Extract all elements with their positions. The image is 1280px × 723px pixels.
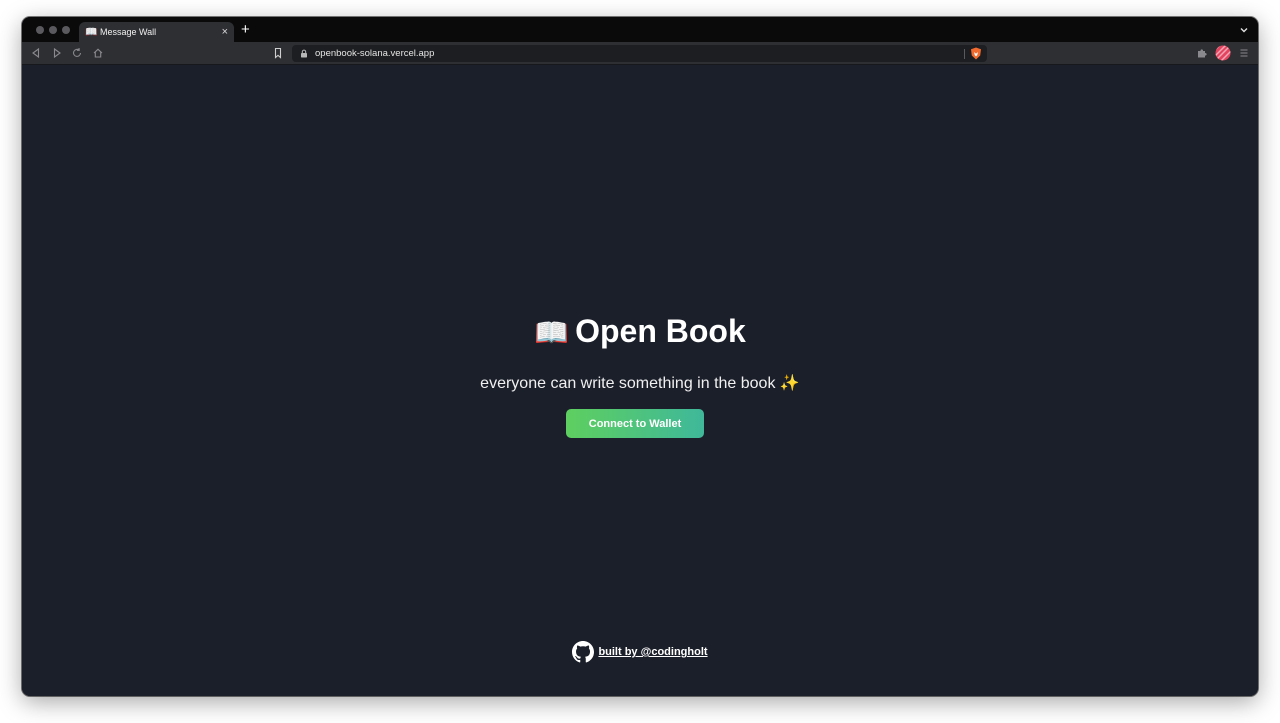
tab-title: Message Wall: [100, 27, 157, 37]
page-title: 📖 Open Book: [22, 313, 1258, 350]
reload-icon[interactable]: [71, 47, 83, 59]
open-book-icon: 📖: [534, 317, 570, 348]
home-icon[interactable]: [92, 47, 104, 59]
page-title-text: Open Book: [575, 313, 746, 349]
page-subtitle: everyone can write something in the book…: [480, 375, 800, 392]
close-window-button[interactable]: [36, 26, 44, 34]
new-tab-button[interactable]: +: [241, 22, 250, 37]
footer: built by @codingholt: [22, 641, 1258, 663]
tab-bar: 📖 Message Wall × +: [22, 17, 1258, 42]
bookmark-icon[interactable]: [272, 47, 284, 59]
zoom-window-button[interactable]: [62, 26, 70, 34]
profile-avatar[interactable]: [1215, 45, 1231, 61]
author-link[interactable]: built by @codingholt: [598, 646, 707, 658]
connect-wallet-button[interactable]: Connect to Wallet: [566, 409, 704, 438]
close-tab-icon[interactable]: ×: [222, 26, 228, 38]
book-icon: 📖: [85, 26, 98, 38]
github-icon[interactable]: [572, 641, 595, 663]
chevron-down-icon[interactable]: [1239, 25, 1249, 35]
browser-toolbar: openbook-solana.vercel.app: [22, 42, 1258, 65]
page-content: 📖 Open Book everyone can write something …: [22, 65, 1258, 696]
minimize-window-button[interactable]: [49, 26, 57, 34]
extensions-icon[interactable]: [1196, 47, 1208, 59]
address-bar[interactable]: openbook-solana.vercel.app: [292, 45, 987, 62]
url-text: openbook-solana.vercel.app: [315, 48, 435, 59]
menu-icon[interactable]: [1238, 47, 1250, 59]
brave-shield-icon[interactable]: [970, 47, 982, 60]
forward-icon[interactable]: [51, 47, 63, 59]
tab-message-wall[interactable]: 📖 Message Wall ×: [79, 22, 234, 42]
lock-icon: [301, 49, 307, 58]
address-divider: [964, 49, 965, 59]
back-icon[interactable]: [30, 47, 42, 59]
browser-window: 📖 Message Wall × + openbook-solana.verce…: [22, 17, 1258, 696]
